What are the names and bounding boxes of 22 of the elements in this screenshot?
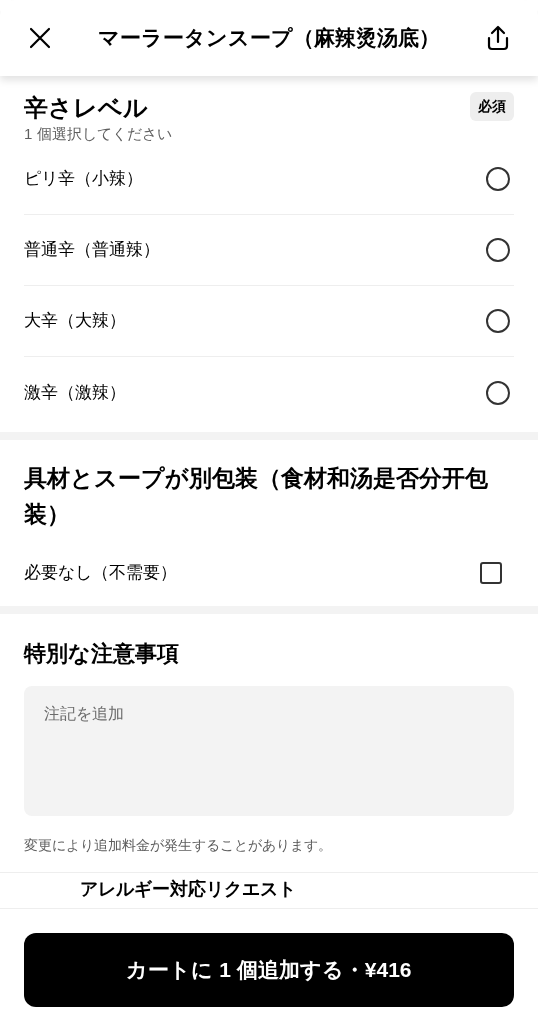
radio-button[interactable] xyxy=(486,167,510,191)
option-label: 大辛（大辣） xyxy=(24,310,126,333)
option-label: 必要なし（不需要） xyxy=(24,562,177,585)
section-subtitle: 1 個選択してください xyxy=(24,124,173,144)
notice-text: 変更により追加料金が発生することがあります。 xyxy=(24,836,333,855)
checkbox[interactable] xyxy=(480,562,502,584)
option-label: 普通辛（普通辣） xyxy=(24,239,160,262)
section-title: 特別な注意事項 xyxy=(24,640,180,668)
required-badge: 必須 xyxy=(470,92,514,121)
notes-field[interactable]: 注記を追加 xyxy=(24,686,514,816)
header-title: マーラータンスープ（麻辣烫汤底） xyxy=(97,25,441,52)
allergy-request-link[interactable]: アレルギー対応リクエスト xyxy=(24,877,514,901)
section-title: 具材とスープが別包装（食材和汤是否分开包装） xyxy=(24,464,489,529)
radio-button[interactable] xyxy=(486,309,510,333)
add-to-cart-button[interactable]: カートに 1 個追加する・¥416 xyxy=(24,933,514,1007)
radio-button[interactable] xyxy=(486,380,510,405)
option-label: 激辛（激辣） xyxy=(24,381,126,404)
share-icon xyxy=(486,25,510,51)
radio-button[interactable] xyxy=(486,238,510,262)
close-icon xyxy=(29,27,51,49)
section-title: 辛さレベル xyxy=(24,93,148,123)
option-label: ピリ辛（小辣） xyxy=(24,168,143,191)
